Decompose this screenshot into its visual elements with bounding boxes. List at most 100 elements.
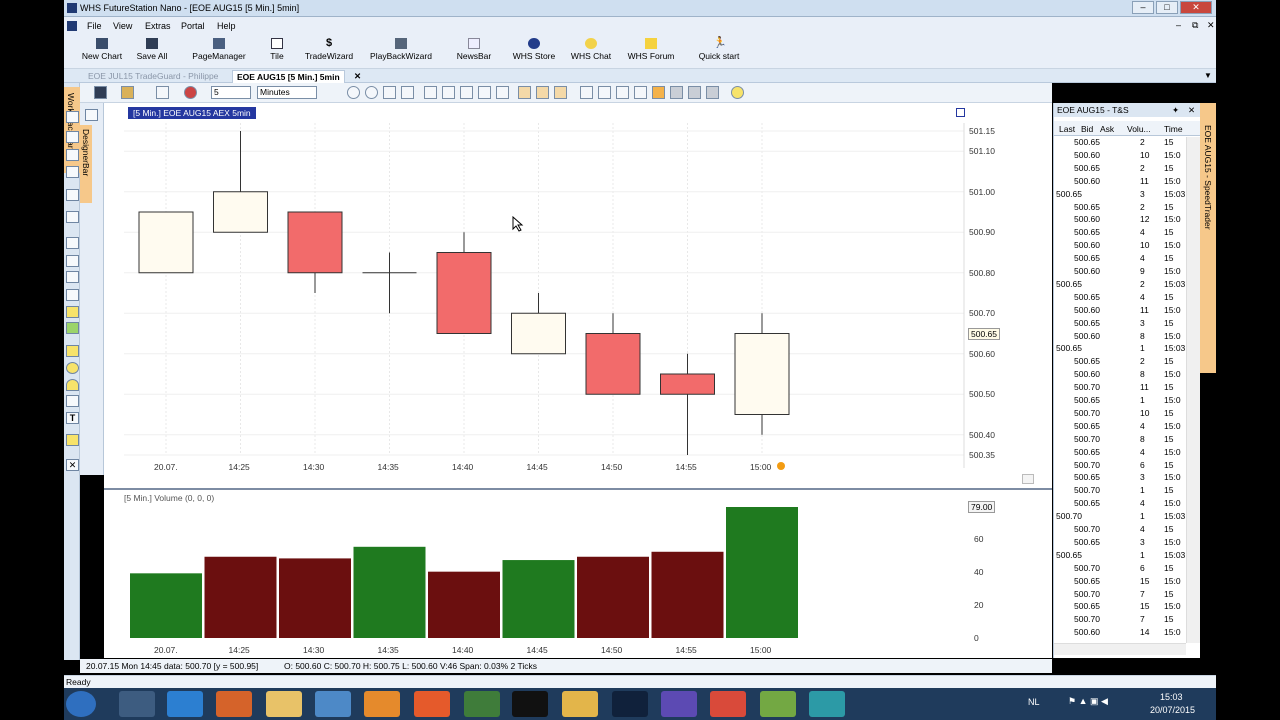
layout-icon[interactable]	[580, 86, 593, 99]
chart-area[interactable]: [5 Min.] EOE AUG15 AEX 5min 501.15 501.10…	[104, 103, 1052, 658]
fib-tool-icon[interactable]	[66, 306, 79, 318]
col-ask[interactable]: Ask	[1100, 124, 1114, 134]
sell-icon[interactable]	[688, 86, 701, 99]
delete-tool-icon[interactable]: ✕	[66, 459, 79, 471]
ts-row[interactable]: 500.65 1 15:0	[1054, 395, 1184, 408]
designer-tools-icon[interactable]	[85, 109, 98, 121]
ellipse-tool-icon[interactable]	[66, 362, 79, 374]
arc-tool-icon[interactable]	[66, 379, 79, 391]
ts-horizontal-scrollbar[interactable]	[1054, 643, 1186, 655]
col-time[interactable]: Time	[1164, 124, 1183, 134]
trend-tool-icon[interactable]	[66, 237, 79, 249]
tray-icons[interactable]: ⚑ ▲ ▣ ◀	[1068, 696, 1108, 707]
line-segment-tool-icon[interactable]	[66, 395, 79, 407]
tile-button[interactable]: Tile	[267, 38, 287, 68]
cycle-tool-icon[interactable]	[66, 322, 79, 334]
clock-date[interactable]: 20/07/2015	[1150, 705, 1195, 715]
interval-unit-select[interactable]: Minutes	[257, 86, 317, 99]
line-tool-icon[interactable]	[66, 111, 79, 123]
photoshop-icon[interactable]	[612, 691, 648, 717]
ts-row[interactable]: 500.65 2 15	[1054, 356, 1184, 369]
start-button[interactable]	[66, 691, 96, 717]
fib-icon[interactable]	[616, 86, 629, 99]
newsbar-button[interactable]: NewsBar	[454, 38, 494, 68]
zoom-out-icon[interactable]	[365, 86, 378, 99]
internet-explorer-icon[interactable]	[167, 691, 203, 717]
ts-row[interactable]: 500.70 4 15	[1054, 524, 1184, 537]
ts-row[interactable]: 500.60 8 15:0	[1054, 331, 1184, 344]
indicator-icon[interactable]	[460, 86, 473, 99]
tabs-dropdown-icon[interactable]: ▼	[1200, 70, 1216, 83]
tab-eoe-aug15[interactable]: EOE AUG15 [5 Min.] 5min	[232, 70, 345, 83]
ts-row[interactable]: 500.65 3 15:0	[1054, 537, 1184, 550]
histogram-tool-icon[interactable]	[66, 166, 79, 178]
zoom-reset-icon[interactable]	[401, 86, 414, 99]
close-tab-icon[interactable]: ✕	[350, 70, 365, 83]
channel-tool-icon[interactable]	[66, 255, 79, 267]
ts-row[interactable]: 500.65 1 15:03:	[1054, 550, 1188, 563]
ruler-tool-icon[interactable]	[66, 434, 79, 446]
whs-store-button[interactable]: WHS Store	[511, 38, 557, 68]
columns-icon[interactable]	[598, 86, 611, 99]
fan-tool-icon[interactable]	[66, 289, 79, 301]
teal-app-icon[interactable]	[809, 691, 845, 717]
ts-pin-icon[interactable]: ✦	[1172, 105, 1179, 116]
ts-row[interactable]: 500.65 4 15	[1054, 292, 1184, 305]
ts-row[interactable]: 500.60 10 15:0	[1054, 150, 1184, 163]
ts-row[interactable]: 500.70 6 15	[1054, 563, 1184, 576]
ts-row[interactable]: 500.65 2 15	[1054, 163, 1184, 176]
rectangle-tool-icon[interactable]	[66, 345, 79, 357]
maximize-button[interactable]: □	[1156, 1, 1178, 14]
save-all-button[interactable]: Save All	[133, 38, 171, 68]
ts-row[interactable]: 500.65 15 15:0	[1054, 576, 1184, 589]
col-last[interactable]: Last	[1059, 124, 1075, 134]
app-icon[interactable]	[315, 691, 351, 717]
ts-row[interactable]: 500.70 10 15	[1054, 408, 1184, 421]
trade-wizard-button[interactable]: $ TradeWizard	[301, 38, 357, 68]
menu-portal[interactable]: Portal	[181, 21, 205, 31]
scroll-button[interactable]	[1022, 474, 1034, 484]
buy-icon[interactable]	[670, 86, 683, 99]
ts-row[interactable]: 500.65 4 15	[1054, 227, 1184, 240]
whs-chat-button[interactable]: WHS Chat	[569, 38, 613, 68]
col-bid[interactable]: Bid	[1081, 124, 1093, 134]
ts-row[interactable]: 500.70 7 15	[1054, 589, 1184, 602]
ts-vertical-scrollbar[interactable]	[1186, 137, 1200, 643]
mail-icon[interactable]	[562, 691, 598, 717]
ts-row[interactable]: 500.60 9 15:0	[1054, 266, 1184, 279]
ts-row[interactable]: 500.60 10 15:0	[1054, 240, 1184, 253]
ts-row[interactable]: 500.70 8 15	[1054, 434, 1184, 447]
hand-icon[interactable]	[652, 86, 665, 99]
people-tool-icon[interactable]	[66, 189, 79, 201]
futurestation-icon[interactable]	[512, 691, 548, 717]
text-tool-icon[interactable]: T	[66, 412, 79, 424]
ts-row[interactable]: 500.65 3 15:0	[1054, 472, 1184, 485]
speed-trader-bar[interactable]: EOE AUG15 - SpeedTrader	[1200, 103, 1216, 373]
save-chart-icon[interactable]	[94, 86, 107, 99]
file-explorer-icon[interactable]	[266, 691, 302, 717]
area-tool-icon[interactable]	[66, 271, 79, 283]
green-app-icon[interactable]	[760, 691, 796, 717]
media-player-icon[interactable]	[364, 691, 400, 717]
cursor-icon[interactable]	[634, 86, 647, 99]
calculator-icon[interactable]	[119, 691, 155, 717]
print-icon[interactable]	[424, 86, 437, 99]
col-volume[interactable]: Volu...	[1127, 124, 1151, 134]
draw-line-icon[interactable]	[518, 86, 531, 99]
ohlc-tool-icon[interactable]	[66, 149, 79, 161]
remote-desktop-icon[interactable]	[464, 691, 500, 717]
quick-start-button[interactable]: 🏃 Quick start	[695, 38, 743, 68]
ts-row[interactable]: 500.60 8 15:0	[1054, 369, 1184, 382]
mdi-close-button[interactable]: ✕	[1207, 20, 1215, 31]
panel-menu-icon[interactable]	[956, 108, 965, 117]
new-chart-button[interactable]: New Chart	[78, 38, 126, 68]
ts-row[interactable]: 500.65 1 15:03:	[1054, 343, 1188, 356]
ts-row[interactable]: 500.65 15 15:0	[1054, 601, 1184, 614]
paint-icon[interactable]	[661, 691, 697, 717]
tab-eoe-jul15[interactable]: EOE JUL15 TradeGuard - Philippe	[84, 70, 222, 83]
designer-bar[interactable]: DesignerBar T ✕	[66, 103, 104, 475]
chart-tool-icon[interactable]	[66, 131, 79, 143]
list-icon[interactable]	[442, 86, 455, 99]
ts-row[interactable]: 500.65 2 15:03:	[1054, 279, 1188, 292]
y-axis-icon[interactable]	[478, 86, 491, 99]
